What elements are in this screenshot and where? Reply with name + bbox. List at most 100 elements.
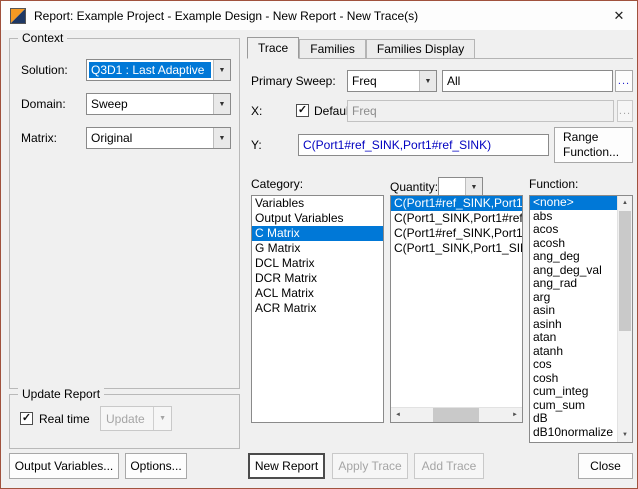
- options-button[interactable]: Options...: [125, 453, 187, 479]
- range-function-label-line1: Range: [563, 130, 599, 144]
- x-ellipsis-button: ...: [617, 100, 633, 122]
- quantity-item[interactable]: C(Port1_SINK,Port1#ref: [391, 211, 522, 226]
- function-item[interactable]: cosh: [530, 372, 618, 386]
- update-button-label: Update: [106, 411, 145, 426]
- function-item[interactable]: cum_integ: [530, 385, 618, 399]
- context-group-title: Context: [18, 31, 68, 45]
- function-item[interactable]: abs: [530, 210, 618, 224]
- category-item[interactable]: DCR Matrix: [252, 271, 383, 286]
- apply-trace-button: Apply Trace: [332, 453, 408, 479]
- chevron-down-icon[interactable]: ▼: [213, 128, 230, 148]
- category-item[interactable]: DCL Matrix: [252, 256, 383, 271]
- quantity-item[interactable]: C(Port1#ref_SINK,Port1: [391, 226, 522, 241]
- solution-value: Q3D1 : Last Adaptive: [89, 62, 211, 78]
- update-report-group: Update Report ✓ Real time Update ▼: [9, 387, 240, 449]
- scrollbar-thumb[interactable]: [619, 211, 631, 331]
- vertical-scrollbar[interactable]: ▲ ▼: [617, 196, 632, 442]
- function-item[interactable]: ang_deg: [530, 250, 618, 264]
- y-label: Y:: [251, 138, 262, 152]
- category-label: Category:: [251, 177, 304, 191]
- solution-label: Solution:: [21, 63, 68, 77]
- function-item[interactable]: acos: [530, 223, 618, 237]
- quantity-item[interactable]: C(Port1_SINK,Port1_SIN: [391, 241, 522, 256]
- range-function-button[interactable]: Range Function...: [554, 127, 633, 163]
- function-item[interactable]: ang_rad: [530, 277, 618, 291]
- chevron-down-icon[interactable]: ▼: [213, 94, 230, 114]
- x-label: X:: [251, 104, 263, 118]
- domain-dropdown[interactable]: Sweep ▼: [86, 93, 231, 115]
- tab[interactable]: Trace: [247, 37, 300, 59]
- y-expression-value: C(Port1#ref_SINK,Port1#ref_SINK): [303, 138, 492, 152]
- sweep-range-field[interactable]: All: [442, 70, 613, 92]
- function-item[interactable]: arg: [530, 291, 618, 305]
- checkmark-icon: ✓: [297, 103, 308, 116]
- close-icon[interactable]: ✕: [601, 1, 637, 30]
- function-label: Function:: [529, 177, 579, 191]
- primary-sweep-dropdown[interactable]: Freq ▼: [347, 70, 437, 92]
- matrix-value: Original: [91, 131, 133, 145]
- tab-strip: Trace Families Families Display: [247, 37, 633, 59]
- function-item[interactable]: asin: [530, 304, 618, 318]
- function-item[interactable]: cum_sum: [530, 399, 618, 413]
- checkmark-icon: ✓: [21, 411, 32, 424]
- domain-label: Domain:: [21, 97, 66, 111]
- function-item[interactable]: asinh: [530, 318, 618, 332]
- function-item[interactable]: atan: [530, 331, 618, 345]
- category-item[interactable]: ACR Matrix: [252, 301, 383, 316]
- report-dialog-window: Report: Example Project - Example Design…: [0, 0, 638, 489]
- real-time-label: Real time: [39, 412, 90, 426]
- horizontal-scrollbar[interactable]: ◄ ►: [391, 407, 522, 422]
- chevron-down-icon: ▼: [153, 407, 166, 430]
- primary-sweep-label: Primary Sweep:: [251, 74, 336, 88]
- matrix-dropdown[interactable]: Original ▼: [86, 127, 231, 149]
- quantity-listbox[interactable]: ◄ ► C(Port1#ref_SINK,Port1 C(Port1_SINK,P…: [390, 195, 523, 423]
- chevron-down-icon[interactable]: ▼: [419, 71, 436, 91]
- matrix-label: Matrix:: [21, 131, 57, 145]
- scroll-left-icon[interactable]: ◄: [391, 408, 405, 422]
- function-item[interactable]: cos: [530, 358, 618, 372]
- titlebar: Report: Example Project - Example Design…: [1, 1, 637, 30]
- quantity-dropdown[interactable]: ▼: [438, 177, 483, 197]
- y-expression-field[interactable]: C(Port1#ref_SINK,Port1#ref_SINK): [298, 134, 549, 156]
- sweep-range-ellipsis-button[interactable]: ...: [615, 70, 633, 92]
- scroll-down-icon[interactable]: ▼: [618, 428, 632, 442]
- sweep-range-value: All: [447, 74, 461, 88]
- scrollbar-thumb[interactable]: [433, 408, 479, 422]
- category-item[interactable]: G Matrix: [252, 241, 383, 256]
- x-value-field: Freq: [347, 100, 614, 122]
- domain-value: Sweep: [91, 97, 128, 111]
- function-item[interactable]: <none>: [530, 196, 618, 210]
- function-item[interactable]: dB10normalize: [530, 426, 618, 440]
- update-report-group-title: Update Report: [18, 387, 105, 401]
- chevron-down-icon[interactable]: ▼: [465, 178, 482, 196]
- scroll-right-icon[interactable]: ►: [508, 408, 522, 422]
- function-item[interactable]: ang_deg_val: [530, 264, 618, 278]
- output-variables-button[interactable]: Output Variables...: [9, 453, 119, 479]
- chevron-down-icon[interactable]: ▼: [213, 60, 230, 80]
- range-function-label-line2: Function...: [563, 145, 620, 159]
- new-report-button[interactable]: New Report: [248, 453, 325, 479]
- category-item[interactable]: Variables: [252, 196, 383, 211]
- category-item[interactable]: C Matrix: [252, 226, 383, 241]
- window-title: Report: Example Project - Example Design…: [34, 8, 419, 23]
- category-item[interactable]: ACL Matrix: [252, 286, 383, 301]
- function-item[interactable]: dB: [530, 412, 618, 426]
- category-listbox[interactable]: Variables Output Variables C Matrix G Matri…: [251, 195, 384, 423]
- quantity-item[interactable]: C(Port1#ref_SINK,Port1: [391, 196, 522, 211]
- x-default-checkbox[interactable]: ✓: [296, 104, 309, 117]
- update-button[interactable]: Update ▼: [100, 406, 172, 431]
- category-item[interactable]: Output Variables: [252, 211, 383, 226]
- close-button[interactable]: Close: [578, 453, 633, 479]
- function-listbox[interactable]: ▲ ▼ <none> abs acos acosh ang_deg ang_deg_val…: [529, 195, 633, 443]
- real-time-checkbox[interactable]: ✓: [20, 412, 33, 425]
- scroll-up-icon[interactable]: ▲: [618, 196, 632, 210]
- report-plot-icon: [10, 7, 26, 24]
- function-item[interactable]: atanh: [530, 345, 618, 359]
- tab[interactable]: Families: [299, 39, 366, 58]
- add-trace-button: Add Trace: [414, 453, 484, 479]
- context-group: Context Solution: Q3D1 : Last Adaptive ▼…: [9, 31, 240, 389]
- solution-dropdown[interactable]: Q3D1 : Last Adaptive ▼: [86, 59, 231, 81]
- tab[interactable]: Families Display: [365, 39, 476, 58]
- function-item[interactable]: acosh: [530, 237, 618, 251]
- x-value: Freq: [352, 104, 377, 118]
